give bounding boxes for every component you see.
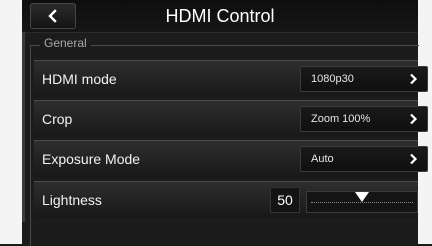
lightness-value: 50: [270, 187, 300, 213]
chevron-right-icon: [410, 153, 418, 165]
group-label-general: General: [40, 36, 91, 50]
scroll-rail: [22, 32, 25, 222]
row-exposure-mode[interactable]: Exposure Mode Auto: [34, 140, 428, 177]
left-bezel: [0, 0, 22, 244]
chevron-left-icon: [48, 9, 57, 23]
lightness-slider[interactable]: [306, 191, 418, 213]
chevron-right-icon: [410, 113, 418, 125]
row-hdmi-mode[interactable]: HDMI mode 1080p30: [34, 60, 428, 97]
row-label: Lightness: [42, 192, 102, 208]
row-label: Exposure Mode: [42, 151, 141, 167]
page-title: HDMI Control: [165, 6, 275, 26]
hdmi-control-screen: HDMI Control General HDMI mode 1080p30 C…: [22, 0, 428, 246]
chevron-right-icon: [410, 73, 418, 85]
row-crop[interactable]: Crop Zoom 100%: [34, 100, 428, 137]
row-lightness: Lightness 50: [34, 181, 418, 218]
title-bar: HDMI Control: [22, 0, 418, 33]
value-text: 1080p30: [311, 73, 354, 85]
value-text: Zoom 100%: [311, 113, 371, 125]
row-label: HDMI mode: [42, 71, 117, 87]
hdmi-mode-value-button[interactable]: 1080p30: [300, 66, 428, 92]
crop-value-button[interactable]: Zoom 100%: [300, 106, 428, 132]
row-label: Crop: [42, 111, 73, 127]
back-button[interactable]: [30, 3, 76, 29]
value-text: Auto: [311, 153, 334, 165]
exposure-mode-value-button[interactable]: Auto: [300, 146, 428, 172]
slider-thumb-icon[interactable]: [354, 191, 370, 203]
